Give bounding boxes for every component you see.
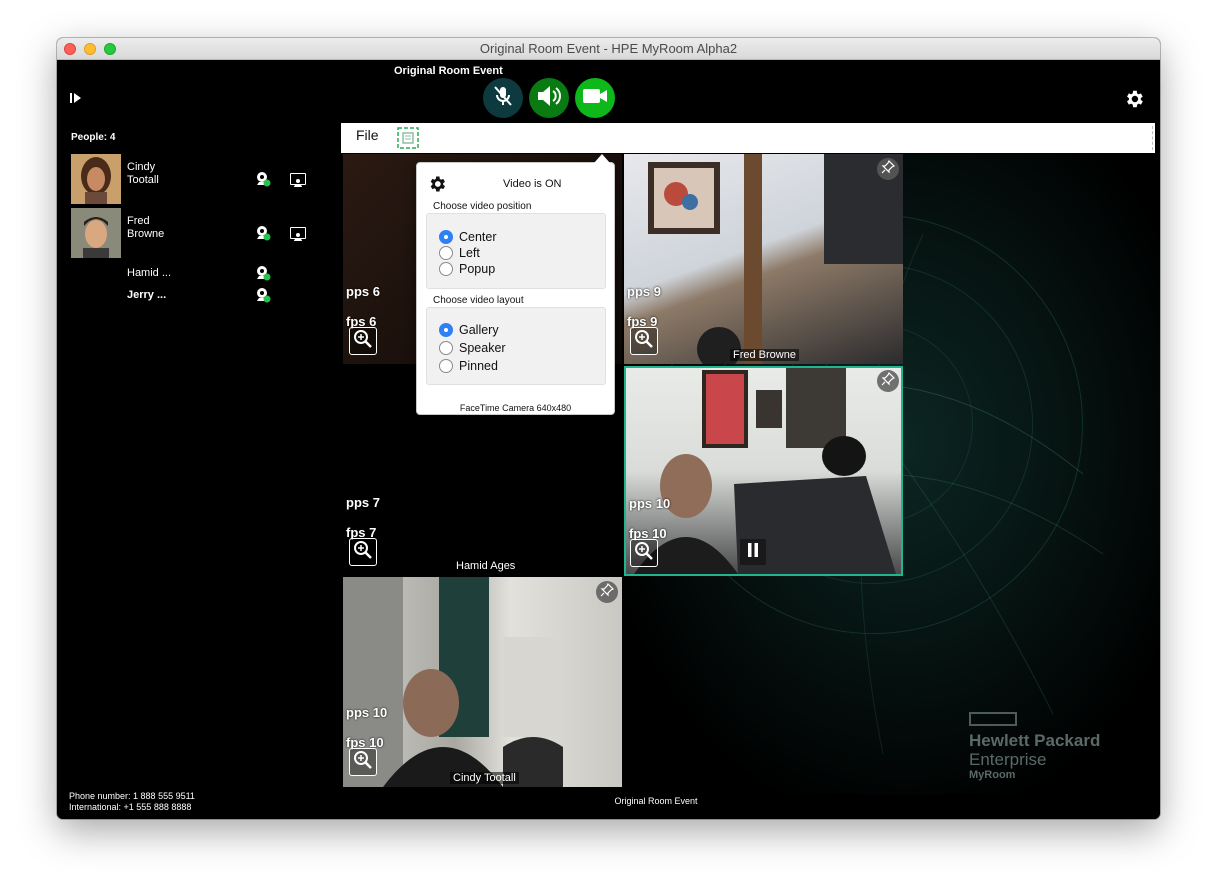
participant-hamid[interactable]: Hamid ...: [71, 262, 311, 284]
video-layout-label: Choose video layout: [433, 295, 524, 306]
radio-layout-pinned[interactable]: Pinned: [439, 357, 498, 374]
active-speaker-tile[interactable]: pps 10 fps 10: [624, 366, 903, 576]
participant-name-label: Hamid Ages: [456, 560, 516, 572]
pps-label: pps 6: [346, 284, 380, 299]
pin-icon: [881, 159, 896, 179]
hpe-logo: Hewlett Packard Enterprise MyRoom: [969, 712, 1119, 781]
event-name: Original Room Event: [394, 65, 503, 77]
radio-button[interactable]: [439, 340, 453, 355]
camera-status-icon: [255, 287, 271, 303]
camera-status-icon: [255, 225, 271, 241]
speaker-icon: [535, 83, 563, 114]
participant-last-name: Browne: [127, 228, 165, 240]
zoom-in-icon: [353, 750, 373, 775]
pin-icon: [600, 582, 615, 602]
pps-label: pps 10: [629, 496, 671, 511]
hpe-rectangle-icon: [969, 712, 1017, 726]
radio-button[interactable]: [439, 229, 453, 244]
camera-status-icon: [255, 265, 271, 281]
participant-name-label: Cindy Tootall: [450, 772, 519, 784]
participant-fred[interactable]: Fred Browne: [71, 208, 311, 258]
video-camera-icon: [581, 85, 609, 112]
participant-jerry[interactable]: Jerry ...: [71, 284, 311, 306]
menubar-divider: [1152, 126, 1153, 150]
participant-name: Jerry ...: [127, 289, 167, 301]
pin-icon: [881, 371, 896, 391]
footer-event-name: Original Room Event: [614, 796, 698, 806]
video-status-title: Video is ON: [503, 178, 562, 190]
participant-first-name: Cindy: [127, 161, 156, 173]
participant-first-name: Fred: [127, 215, 150, 227]
avatar: [71, 208, 121, 258]
video-position-label: Choose video position: [433, 201, 532, 212]
radio-button[interactable]: [439, 322, 453, 337]
radio-button[interactable]: [439, 261, 453, 276]
app-window: Original Room Event - HPE MyRoom Alpha2 …: [57, 38, 1160, 819]
mic-off-icon: [490, 83, 516, 114]
zoom-in-icon: [353, 540, 373, 565]
pin-button[interactable]: [596, 581, 618, 603]
pin-button[interactable]: [877, 158, 899, 180]
zoom-in-icon: [353, 329, 373, 354]
screen-share-icon[interactable]: [396, 126, 420, 150]
radio-button[interactable]: [439, 358, 453, 373]
participant-name: Hamid ...: [127, 267, 172, 279]
pps-label: pps 9: [627, 284, 661, 299]
zoom-in-icon: [634, 541, 654, 566]
app-content: Original Room Event People: 4 Cindy Toot…: [57, 60, 1160, 819]
radio-layout-gallery[interactable]: Gallery: [439, 321, 499, 338]
radio-position-popup[interactable]: Popup: [439, 260, 495, 277]
participant-cindy[interactable]: Cindy Tootall: [71, 154, 311, 204]
radio-label: Gallery: [459, 322, 499, 337]
video-settings-popup: Video is ON Choose video position Center…: [416, 154, 615, 415]
brand-line-1: Hewlett Packard: [969, 731, 1101, 750]
radio-label: Left: [459, 245, 480, 260]
video-layout-group: Gallery Speaker Pinned: [426, 307, 606, 385]
camera-status-icon: [255, 171, 271, 187]
zoom-in-button[interactable]: [630, 327, 658, 355]
participant-last-name: Tootall: [127, 174, 159, 186]
pin-button[interactable]: [877, 370, 899, 392]
avatar: [71, 154, 121, 204]
brand-line-2: Enterprise: [969, 750, 1047, 769]
pause-icon: [746, 542, 760, 563]
camera-device-label: FaceTime Camera 640x480: [459, 403, 572, 413]
zoom-in-icon: [634, 329, 654, 354]
video-tile[interactable]: pps 10 fps 10 Cindy Tootall: [343, 577, 622, 787]
radio-layout-speaker[interactable]: Speaker: [439, 339, 506, 356]
popup-caret: [594, 154, 610, 163]
radio-label: Center: [459, 229, 497, 244]
contact-card-icon[interactable]: [290, 173, 306, 187]
radio-position-left[interactable]: Left: [439, 244, 480, 261]
radio-label: Popup: [459, 261, 496, 276]
contact-card-icon[interactable]: [290, 227, 306, 241]
people-count: People: 4: [71, 132, 116, 143]
file-menu[interactable]: File: [356, 127, 379, 143]
mute-mic-button[interactable]: [483, 78, 523, 118]
video-tile[interactable]: pps 9 fps 9 Fred Browne: [624, 154, 903, 364]
pps-label: pps 7: [346, 495, 380, 510]
brand-line-3: MyRoom: [969, 769, 1016, 781]
radio-position-center[interactable]: Center: [439, 228, 497, 245]
radio-label: Speaker: [459, 340, 506, 355]
window-title: Original Room Event - HPE MyRoom Alpha2: [479, 41, 738, 56]
radio-button[interactable]: [439, 245, 453, 260]
pps-label: pps 10: [346, 705, 388, 720]
zoom-in-button[interactable]: [349, 748, 377, 776]
participant-name-label: Fred Browne: [730, 349, 799, 361]
video-position-group: Center Left Popup: [426, 213, 606, 289]
zoom-in-button[interactable]: [349, 327, 377, 355]
zoom-in-button[interactable]: [349, 538, 377, 566]
menu-bar: File: [341, 123, 1155, 153]
sidebar-toggle-icon[interactable]: [69, 91, 83, 105]
pause-button[interactable]: [740, 539, 766, 565]
settings-gear-icon[interactable]: [1123, 88, 1145, 110]
gear-icon: [427, 174, 447, 194]
title-bar: Original Room Event - HPE MyRoom Alpha2: [57, 38, 1160, 60]
speaker-button[interactable]: [529, 78, 569, 118]
radio-label: Pinned: [459, 358, 498, 373]
video-camera-button[interactable]: [575, 78, 615, 118]
zoom-in-button[interactable]: [630, 539, 658, 567]
